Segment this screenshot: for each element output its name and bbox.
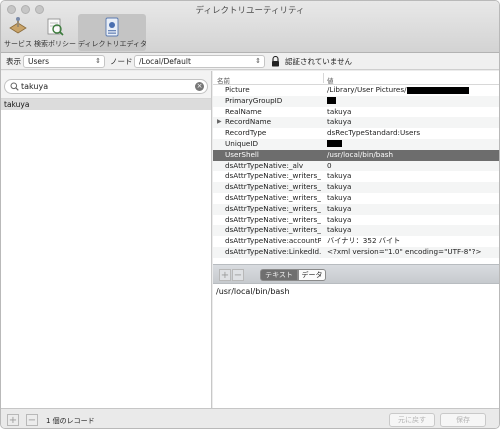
services-icon bbox=[9, 17, 27, 34]
attribute-value: バイナリ：352 バイト bbox=[327, 236, 401, 246]
attribute-name: RecordName bbox=[225, 117, 272, 127]
node-popup-value: /Local/Default bbox=[139, 57, 191, 66]
table-row[interactable]: dsAttrTypeNative:_writers_... takuya bbox=[213, 171, 499, 182]
table-row[interactable]: PrimaryGroupID bbox=[213, 95, 499, 107]
attribute-value: /Library/User Pictures/ bbox=[327, 85, 499, 96]
attribute-value: takuya bbox=[327, 171, 352, 181]
attribute-name: dsAttrTypeNative:_writers_... bbox=[225, 203, 321, 213]
value-editor-bar: + − テキスト データ bbox=[213, 264, 499, 284]
table-row[interactable]: dsAttrTypeNative:_writers_j... takuya bbox=[213, 182, 499, 193]
attribute-pane: 名前 値 Picture /Library/User Pictures/ Pri… bbox=[213, 71, 499, 408]
clear-search-icon[interactable]: × bbox=[195, 82, 204, 91]
search-field[interactable]: × bbox=[4, 79, 208, 94]
directory-utility-window: ディレクトリユーティリティ サービス 検索ポリシー ディレクトリエディタ 表示 … bbox=[0, 0, 500, 429]
attribute-name: dsAttrTypeNative:_alv bbox=[225, 160, 304, 170]
save-button[interactable]: 保存 bbox=[440, 413, 486, 427]
attribute-name: UniqueID bbox=[225, 138, 259, 148]
attribute-value: takuya bbox=[327, 106, 352, 116]
toolbar-services-label: サービス bbox=[4, 40, 32, 48]
search-icon bbox=[10, 82, 19, 91]
lock-icon[interactable] bbox=[271, 56, 280, 67]
attribute-value: takuya bbox=[327, 225, 352, 235]
attribute-name: dsAttrTypeNative:_writers_j... bbox=[225, 182, 321, 192]
attribute-value: /usr/local/bin/bash bbox=[327, 149, 394, 159]
attribute-name: UserShell bbox=[225, 149, 259, 159]
column-header-name[interactable]: 名前 bbox=[217, 75, 230, 85]
table-row[interactable]: Picture /Library/User Pictures/ bbox=[213, 85, 499, 96]
attribute-value: <?xml version="1.0" encoding="UTF-8"?> bbox=[327, 246, 482, 256]
auth-status: 認証されていません bbox=[285, 57, 353, 66]
table-row[interactable]: dsAttrTypeNative:_writers_... takuya bbox=[213, 192, 499, 204]
node-bar: 表示 Users ⇕ ノード /Local/Default ⇕ 認証されていませ… bbox=[1, 53, 499, 70]
table-row-selected[interactable]: UserShell /usr/local/bin/bash bbox=[213, 149, 499, 161]
attribute-name: dsAttrTypeNative:LinkedId... bbox=[225, 246, 321, 256]
attribute-name: dsAttrTypeNative:accountP... bbox=[225, 236, 321, 246]
attribute-value bbox=[327, 139, 499, 150]
revert-button[interactable]: 元に戻す bbox=[389, 413, 435, 427]
table-row[interactable]: dsAttrTypeNative:_writers_r... takuya bbox=[213, 214, 499, 226]
search-policy-icon bbox=[47, 18, 64, 36]
attribute-name: dsAttrTypeNative:_writers_r... bbox=[225, 214, 321, 224]
redaction-block bbox=[327, 140, 342, 148]
view-label: 表示 bbox=[6, 57, 21, 66]
redaction-block bbox=[327, 97, 336, 105]
attribute-name: Picture bbox=[225, 85, 250, 94]
chevron-updown-icon: ⇕ bbox=[255, 57, 261, 65]
attribute-value: takuya bbox=[327, 192, 352, 202]
column-header-value[interactable]: 値 bbox=[327, 75, 334, 85]
view-popup[interactable]: Users ⇕ bbox=[23, 55, 105, 68]
attribute-name: PrimaryGroupID bbox=[225, 95, 283, 105]
toolbar-directory-editor[interactable]: ディレクトリエディタ bbox=[78, 14, 148, 51]
table-row[interactable]: RealName takuya bbox=[213, 106, 499, 118]
search-input[interactable] bbox=[21, 81, 191, 92]
view-popup-value: Users bbox=[28, 57, 50, 66]
attribute-name: dsAttrTypeNative:_writers_... bbox=[225, 225, 321, 235]
remove-record-button[interactable]: − bbox=[26, 414, 38, 426]
attribute-value: dsRecTypeStandard:Users bbox=[327, 128, 421, 138]
record-count: 1 個のレコード bbox=[46, 417, 95, 425]
add-record-button[interactable]: + bbox=[7, 414, 19, 426]
attribute-value: takuya bbox=[327, 214, 352, 224]
directory-editor-icon bbox=[105, 17, 119, 37]
redaction-block bbox=[406, 86, 469, 94]
bottom-bar: + − 1 個のレコード 元に戻す 保存 bbox=[1, 408, 499, 428]
table-row[interactable]: UniqueID bbox=[213, 138, 499, 150]
table-row[interactable]: RecordType dsRecTypeStandard:Users bbox=[213, 128, 499, 139]
chevron-updown-icon: ⇕ bbox=[95, 57, 101, 65]
remove-value-button[interactable]: − bbox=[232, 269, 244, 281]
toolbar-directory-editor-label: ディレクトリエディタ bbox=[78, 40, 148, 48]
attribute-table-header: 名前 値 bbox=[213, 71, 499, 85]
title-bar: ディレクトリユーティリティ サービス 検索ポリシー ディレクトリエディタ bbox=[1, 1, 499, 53]
table-row[interactable]: ▶ RecordName takuya bbox=[213, 117, 499, 129]
toolbar-services[interactable]: サービス bbox=[3, 14, 33, 51]
tab-data[interactable]: データ bbox=[298, 269, 326, 281]
search-area: × bbox=[1, 71, 211, 99]
table-row[interactable]: dsAttrTypeNative:accountP... バイナリ：352 バイ… bbox=[213, 236, 499, 247]
disclosure-triangle-icon[interactable]: ▶ bbox=[217, 117, 222, 128]
attribute-value bbox=[327, 96, 499, 107]
table-row[interactable]: dsAttrTypeNative:LinkedId... <?xml versi… bbox=[213, 246, 499, 258]
attribute-name: RealName bbox=[225, 106, 262, 116]
node-popup[interactable]: /Local/Default ⇕ bbox=[134, 55, 265, 68]
add-value-button[interactable]: + bbox=[219, 269, 231, 281]
attribute-name: RecordType bbox=[225, 128, 267, 138]
table-row[interactable]: dsAttrTypeNative:_writers_... takuya bbox=[213, 225, 499, 237]
table-row[interactable]: dsAttrTypeNative:_writers_... takuya bbox=[213, 203, 499, 215]
attribute-name: dsAttrTypeNative:_writers_... bbox=[225, 192, 321, 202]
attribute-value: 0 bbox=[327, 160, 332, 170]
attribute-value: takuya bbox=[327, 203, 352, 213]
attribute-value: takuya bbox=[327, 182, 352, 192]
record-list-pane: × takuya bbox=[1, 71, 212, 408]
attribute-table: Picture /Library/User Pictures/ PrimaryG… bbox=[213, 85, 499, 258]
toolbar-search-policy[interactable]: 検索ポリシー bbox=[34, 14, 76, 51]
column-divider[interactable] bbox=[323, 73, 324, 83]
attribute-value: takuya bbox=[327, 117, 352, 127]
tab-text[interactable]: テキスト bbox=[260, 269, 298, 281]
toolbar-search-policy-label: 検索ポリシー bbox=[34, 40, 76, 48]
table-row[interactable]: dsAttrTypeNative:_alv 0 bbox=[213, 160, 499, 172]
value-editor-text[interactable]: /usr/local/bin/bash bbox=[213, 284, 499, 408]
node-label: ノード bbox=[110, 57, 133, 66]
attribute-name: dsAttrTypeNative:_writers_... bbox=[225, 171, 321, 181]
list-item[interactable]: takuya bbox=[1, 99, 211, 110]
